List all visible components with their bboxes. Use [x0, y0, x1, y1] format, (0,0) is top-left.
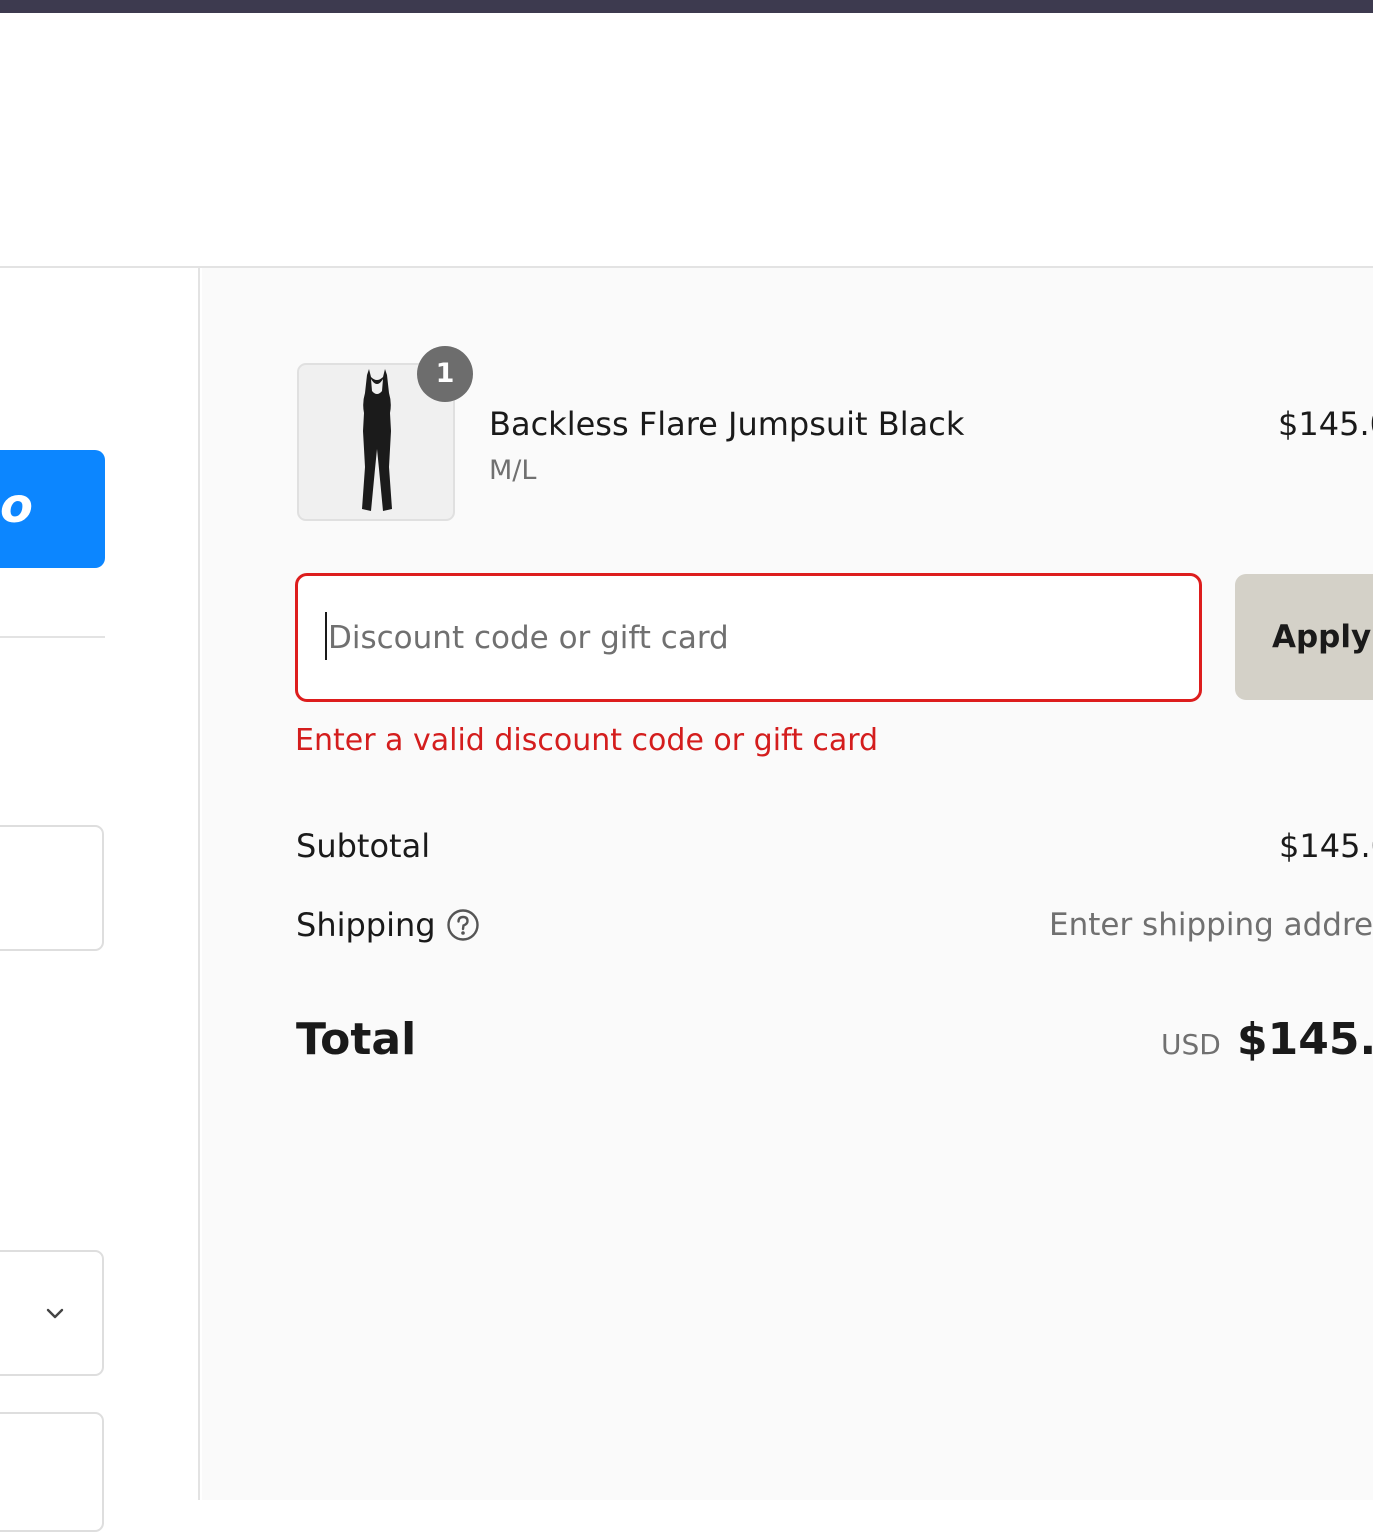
product-name: Backless Flare Jumpsuit Black	[489, 405, 965, 443]
contact-input[interactable]	[0, 825, 104, 951]
chevron-down-icon	[46, 1308, 64, 1319]
text-cursor	[325, 612, 327, 660]
express-checkout-label: o	[0, 478, 33, 534]
total-value: $145.0	[1237, 1014, 1373, 1065]
jumpsuit-icon	[362, 369, 392, 511]
subtotal-value: $145.0	[1279, 827, 1373, 865]
total-label: Total	[296, 1014, 417, 1065]
order-summary-panel: 1 Backless Flare Jumpsuit Black M/L $145…	[202, 268, 1373, 1500]
shipping-value: Enter shipping addres	[1049, 907, 1373, 943]
product-variant: M/L	[489, 455, 537, 486]
apply-discount-button[interactable]: Apply	[1235, 574, 1373, 700]
discount-code-input[interactable]	[295, 573, 1202, 702]
browser-top-bar	[0, 0, 1373, 13]
shipping-label: Shipping	[296, 906, 436, 944]
product-price: $145.0	[1278, 405, 1373, 443]
currency-code: USD	[1161, 1028, 1221, 1061]
discount-error-message: Enter a valid discount code or gift card	[295, 723, 879, 758]
first-name-input[interactable]	[0, 1412, 104, 1532]
quantity-badge: 1	[417, 346, 473, 402]
help-circle-icon[interactable]	[446, 908, 480, 942]
express-checkout-button[interactable]: o	[0, 450, 105, 568]
subtotal-label: Subtotal	[296, 827, 431, 865]
country-select[interactable]	[0, 1250, 104, 1376]
checkout-form-column: o	[0, 268, 200, 1532]
form-divider	[0, 636, 105, 638]
